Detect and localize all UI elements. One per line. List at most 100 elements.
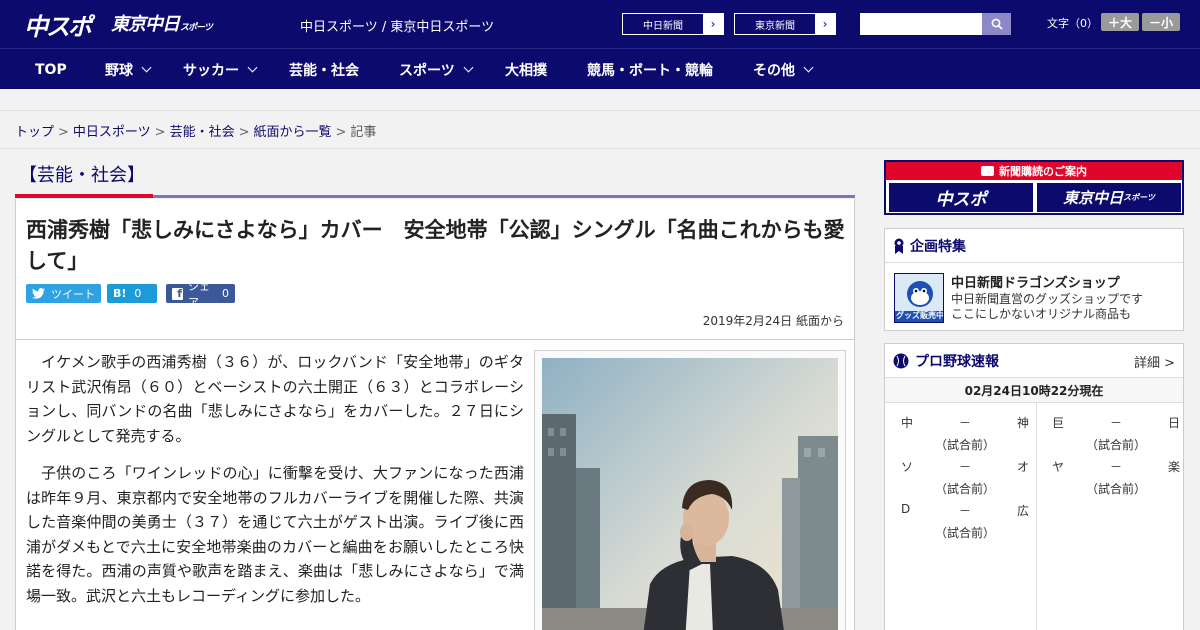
game-row[interactable]: 巨 － 日 （試合前） [1052, 410, 1180, 454]
breadcrumb-link-entertainment[interactable]: 芸能・社会 [170, 125, 235, 140]
header-bar: 中スポ 東京中日スポーツ 中日スポーツ / 東京中日スポーツ 中日新聞 › 東京… [0, 0, 1200, 48]
search-icon [991, 18, 1003, 30]
subscribe-tokyo-chunichi-button[interactable]: 東京中日 スポーツ [1036, 182, 1182, 213]
nav-other[interactable]: その他 [753, 49, 814, 90]
baseball-scores-timestamp: 02月24日10時22分現在 [885, 378, 1183, 403]
game-status: （試合前） [934, 526, 995, 540]
article-photo-image [542, 358, 838, 630]
game-away-team: オ [1016, 460, 1029, 474]
facebook-share-count: 0 [222, 287, 229, 300]
tweet-button[interactable]: ツイート [26, 284, 101, 303]
site-title: 中日スポーツ / 東京中日スポーツ [300, 20, 495, 35]
dragons-shop-description: 中日新聞直営のグッズショップです ここにしかないオリジナル商品も [951, 292, 1143, 322]
article-photo[interactable] [542, 358, 838, 630]
nav-sumo-label: 大相撲 [505, 62, 547, 79]
subscription-banner: 新聞購読のご案内 中スポ 東京中日 スポーツ [884, 160, 1184, 215]
nav-sports[interactable]: スポーツ [399, 49, 474, 90]
article-paragraph: イケメン歌手の西浦秀樹（３６）が、ロックバンド「安全地帯」のギタリスト武沢侑昂（… [26, 353, 524, 445]
game-row[interactable]: ヤ － 楽 （試合前） [1052, 454, 1180, 498]
dragons-shop-desc-line: 中日新聞直営のグッズショップです [951, 292, 1144, 306]
chevron-down-icon [463, 62, 474, 73]
feature-card-title: 企画特集 [910, 238, 966, 255]
nav-entertainment[interactable]: 芸能・社会 [289, 49, 359, 90]
font-decrease-button[interactable]: －小 [1142, 13, 1180, 31]
article-header: 西浦秀樹「悲しみにさよなら」カバー 安全地帯「公認」シングル「名曲これからも愛し… [15, 199, 855, 340]
feature-card-header: 企画特集 [885, 229, 1183, 263]
newspaper-icon [981, 166, 994, 176]
chevron-down-icon [141, 62, 152, 73]
breadcrumb-link-top[interactable]: トップ [15, 125, 54, 140]
baseball-scores-card: プロ野球速報 詳細 > 02月24日10時22分現在 中 － 神 （試合前） 巨… [884, 343, 1184, 630]
dragons-shop-title[interactable]: 中日新聞ドラゴンズショップ [951, 272, 1120, 291]
game-status: （試合前） [934, 438, 995, 452]
article-photo-frame [534, 350, 846, 630]
breadcrumb-separator: > [154, 125, 166, 140]
search-input[interactable] [860, 13, 982, 35]
tokyo-shimbun-link-label: 東京新聞 [755, 20, 795, 32]
breadcrumb-separator: > [238, 125, 250, 140]
search-button[interactable] [982, 13, 1011, 35]
game-status: （試合前） [1085, 438, 1146, 452]
nav-sumo[interactable]: 大相撲 [505, 49, 547, 90]
game-row[interactable]: D － 広 （試合前） [901, 498, 1029, 542]
breadcrumb-link-chuspo[interactable]: 中日スポーツ [73, 125, 151, 140]
breadcrumb-current: 記事 [350, 125, 377, 140]
article-body: イケメン歌手の西浦秀樹（３６）が、ロックバンド「安全地帯」のギタリスト武沢侑昂（… [15, 340, 855, 630]
game-away-team: 広 [1016, 504, 1029, 518]
game-row[interactable]: 中 － 神 （試合前） [901, 410, 1029, 454]
subscribe-tokyo-chunichi-sub: スポーツ [1123, 193, 1155, 202]
nav-sports-label: スポーツ [399, 62, 455, 79]
chevron-down-icon [247, 62, 258, 73]
game-row[interactable]: ソ － オ （試合前） [901, 454, 1029, 498]
article-source: 紙面から [795, 314, 844, 328]
game-away-team: 神 [1016, 416, 1029, 430]
hatena-bookmark-icon: B! [113, 287, 127, 300]
subscription-title: 新聞購読のご案内 [886, 162, 1182, 180]
game-score: － [958, 416, 971, 430]
game-score: － [1109, 460, 1122, 474]
chevron-right-icon: › [815, 14, 835, 34]
tokyo-chunichi-logo-sub: スポーツ [180, 23, 213, 33]
dragons-shop-desc-line: ここにしかないオリジナル商品も [951, 307, 1132, 321]
facebook-share-button[interactable]: f シェア 0 [166, 280, 235, 309]
game-status: （試合前） [1085, 482, 1146, 496]
nav-other-label: その他 [753, 62, 795, 79]
twitter-bird-icon [32, 288, 45, 299]
font-increase-button[interactable]: ＋大 [1101, 13, 1139, 31]
game-away-team: 楽 [1167, 460, 1180, 474]
tokyo-shimbun-link[interactable]: 東京新聞 › [734, 13, 836, 35]
header-spacer [0, 89, 1200, 111]
ribbon-icon [894, 238, 904, 254]
facebook-icon: f [172, 287, 183, 300]
category-title: 【芸能・社会】 [19, 165, 145, 186]
scores-column-divider [1036, 403, 1037, 630]
facebook-share-label: シェア [188, 279, 210, 309]
breadcrumb-separator: > [58, 125, 69, 140]
chunichi-shimbun-link[interactable]: 中日新聞 › [622, 13, 724, 35]
hatena-bookmark-button[interactable]: B! 0 [107, 284, 157, 303]
article-date: 2019年2月24日 [702, 314, 793, 328]
game-score: － [1109, 416, 1122, 430]
font-size-label: 文字（0） [1047, 17, 1098, 30]
nav-baseball[interactable]: 野球 [105, 49, 152, 90]
tokyo-chunichi-logo[interactable]: 東京中日スポーツ [111, 10, 213, 36]
nav-top[interactable]: TOP [35, 49, 67, 90]
game-score: － [958, 504, 971, 518]
chevron-down-icon [803, 62, 814, 73]
nav-entertainment-label: 芸能・社会 [289, 62, 359, 79]
chuspo-logo[interactable]: 中スポ [24, 7, 92, 42]
category-underline [153, 195, 855, 198]
subscribe-chuspo-button[interactable]: 中スポ [888, 182, 1034, 213]
baseball-scores-detail-link[interactable]: 詳細 > [1134, 352, 1175, 371]
baseball-scores-title: プロ野球速報 [915, 353, 999, 370]
nav-baseball-label: 野球 [105, 62, 133, 79]
page: 中スポ 東京中日スポーツ 中日スポーツ / 東京中日スポーツ 中日新聞 › 東京… [0, 0, 1200, 630]
category-heading: 【芸能・社会】 [15, 149, 855, 199]
article-paragraph: 子供のころ「ワインレッドの心」に衝撃を受け、大ファンになった西浦は昨年９月、東京… [26, 464, 524, 605]
breadcrumb-link-paper-list[interactable]: 紙面から一覧 [254, 125, 332, 140]
nav-soccer[interactable]: サッカー [183, 49, 258, 90]
nav-racing[interactable]: 競馬・ボート・競輪 [587, 49, 713, 90]
article-headline: 西浦秀樹「悲しみにさよなら」カバー 安全地帯「公認」シングル「名曲これからも愛し… [26, 218, 845, 273]
nav-racing-label: 競馬・ボート・競輪 [587, 62, 713, 79]
dragons-shop-thumbnail[interactable]: グッズ販売中 [894, 273, 944, 323]
